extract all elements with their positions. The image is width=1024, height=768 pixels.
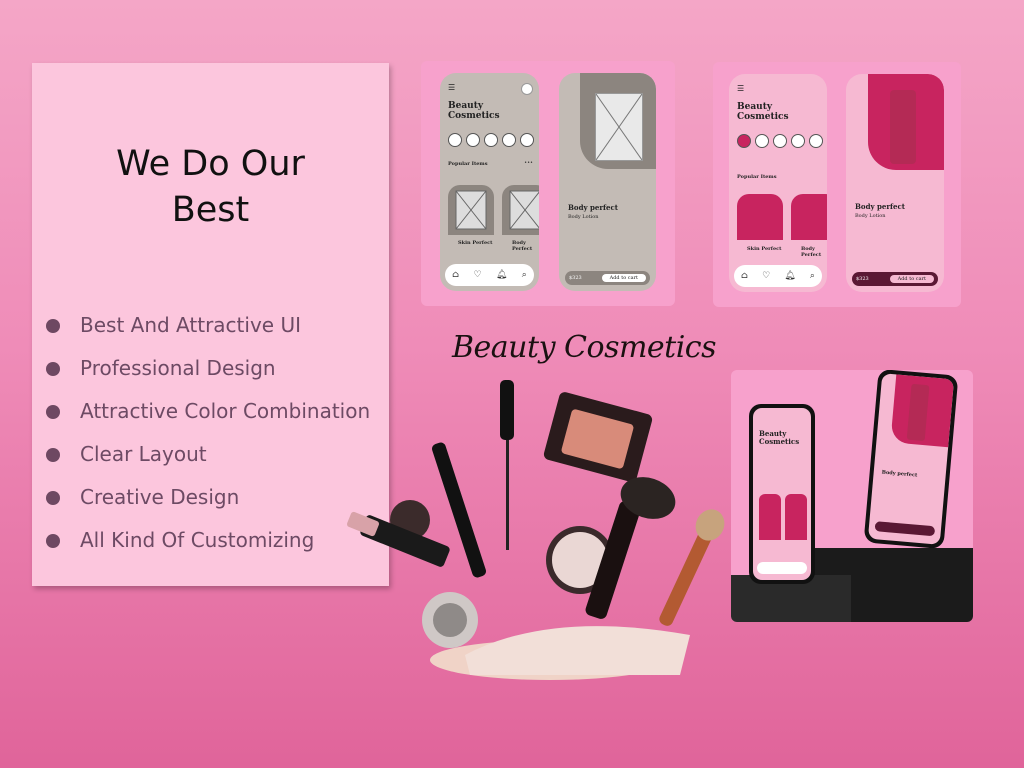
heart-icon[interactable]: ♡ bbox=[473, 270, 481, 280]
mockup-phone-right: Body perfect bbox=[863, 370, 959, 550]
product-name: Skin Perfect bbox=[747, 246, 782, 252]
menu-icon: ☰ bbox=[737, 84, 745, 93]
app-title: Beauty Cosmetics bbox=[737, 102, 789, 122]
more-icon[interactable]: ••• bbox=[524, 160, 533, 166]
cart-bar: $323 Add to cart bbox=[852, 272, 938, 286]
feature-card: We Do Our Best Best And Attractive UI Pr… bbox=[32, 63, 389, 586]
category-icons bbox=[448, 133, 534, 147]
skin-care-icon[interactable] bbox=[755, 134, 769, 148]
bullet-icon bbox=[46, 319, 60, 333]
feature-item: All Kind Of Customizing bbox=[46, 518, 370, 561]
bullet-icon bbox=[46, 448, 60, 462]
feature-item: Clear Layout bbox=[46, 432, 370, 475]
feature-item: Professional Design bbox=[46, 346, 370, 389]
product-name: Skin Perfect bbox=[458, 240, 493, 246]
bottom-nav-bar: ⌂ ♡ 🔔︎ ⌕ bbox=[445, 264, 534, 286]
popular-items-label: Popular Items bbox=[448, 161, 488, 167]
colored-detail-phone: Body perfect Body Lotion $323 Add to car… bbox=[846, 74, 944, 292]
feature-item: Attractive Color Combination bbox=[46, 389, 370, 432]
detail-title: Body perfect bbox=[568, 203, 618, 212]
home-icon[interactable]: ⌂ bbox=[741, 271, 748, 281]
product-name: Body Perfect bbox=[801, 246, 822, 258]
app-title: Beauty Cosmetics bbox=[759, 429, 800, 446]
product-bottle-image bbox=[890, 90, 916, 164]
supplies-icon[interactable] bbox=[520, 133, 534, 147]
card-title-line-1: We Do Our bbox=[116, 144, 305, 184]
fragrance-icon[interactable] bbox=[502, 133, 516, 147]
wireframe-screens: ☰ Beauty Cosmetics Popular Items ••• Ski… bbox=[421, 61, 675, 306]
bullet-icon bbox=[46, 491, 60, 505]
add-to-cart-button[interactable]: Add to cart bbox=[889, 275, 934, 283]
detail-title: Body perfect bbox=[881, 469, 918, 479]
cart-bar bbox=[874, 521, 936, 537]
heart-icon[interactable]: ♡ bbox=[762, 271, 770, 281]
bullet-icon bbox=[46, 534, 60, 548]
home-icon[interactable]: ⌂ bbox=[452, 270, 459, 280]
bell-icon[interactable]: 🔔︎ bbox=[496, 270, 507, 280]
feature-item: Creative Design bbox=[46, 475, 370, 518]
card-title-line-2: Best bbox=[171, 190, 250, 230]
cart-bar: $323 Add to cart bbox=[565, 271, 650, 285]
menu-icon: ☰ bbox=[448, 83, 456, 92]
product-card[interactable] bbox=[759, 494, 781, 540]
skin-care-icon[interactable] bbox=[466, 133, 480, 147]
search-icon[interactable]: ⌕ bbox=[810, 271, 815, 281]
add-to-cart-button[interactable]: Add to cart bbox=[601, 274, 646, 282]
hair-care-icon[interactable] bbox=[484, 133, 498, 147]
popular-items-label: Popular Items bbox=[737, 174, 777, 180]
app-title: Beauty Cosmetics bbox=[448, 101, 500, 121]
feature-item: Best And Attractive UI bbox=[46, 303, 370, 346]
hair-care-icon[interactable] bbox=[773, 134, 787, 148]
bullet-icon bbox=[46, 362, 60, 376]
price-label: $323 bbox=[569, 275, 582, 281]
product-card[interactable] bbox=[785, 494, 807, 540]
product-image-placeholder bbox=[502, 185, 539, 235]
detail-subtitle: Body Lotion bbox=[568, 214, 599, 220]
bell-icon[interactable]: 🔔︎ bbox=[784, 271, 795, 281]
product-name: Body Perfect bbox=[512, 240, 533, 252]
search-icon[interactable]: ⌕ bbox=[522, 270, 527, 280]
bottom-nav-bar bbox=[757, 562, 807, 574]
phone-mockup-photo: Beauty Cosmetics Body perfect bbox=[731, 370, 973, 622]
colored-screens: ☰ Beauty Cosmetics Popular Items Skin Pe… bbox=[713, 62, 961, 307]
detail-title: Body perfect bbox=[855, 202, 905, 211]
category-icons bbox=[737, 134, 823, 148]
price-label: $323 bbox=[856, 276, 869, 282]
cosmetics-photo bbox=[340, 380, 760, 680]
fragrance-icon[interactable] bbox=[791, 134, 805, 148]
mockup-phone-left: Beauty Cosmetics bbox=[749, 404, 815, 584]
close-icon bbox=[521, 83, 533, 95]
wireframe-detail-phone: Body perfect Body Lotion $323 Add to car… bbox=[559, 73, 656, 291]
makeup-icon[interactable] bbox=[737, 134, 751, 148]
detail-subtitle: Body Lotion bbox=[855, 213, 886, 219]
supplies-icon[interactable] bbox=[809, 134, 823, 148]
brand-script-title: Beauty Cosmetics bbox=[452, 330, 717, 365]
makeup-icon[interactable] bbox=[448, 133, 462, 147]
product-image-placeholder bbox=[595, 93, 643, 161]
product-card[interactable] bbox=[791, 194, 827, 240]
feature-list: Best And Attractive UI Professional Desi… bbox=[46, 303, 370, 561]
product-image-placeholder bbox=[448, 185, 494, 235]
card-title: We Do Our Best bbox=[32, 141, 389, 233]
bottom-nav-bar: ⌂ ♡ 🔔︎ ⌕ bbox=[734, 265, 822, 287]
colored-home-phone: ☰ Beauty Cosmetics Popular Items Skin Pe… bbox=[729, 74, 827, 292]
product-card[interactable] bbox=[737, 194, 783, 240]
wireframe-home-phone: ☰ Beauty Cosmetics Popular Items ••• Ski… bbox=[440, 73, 539, 291]
bullet-icon bbox=[46, 405, 60, 419]
